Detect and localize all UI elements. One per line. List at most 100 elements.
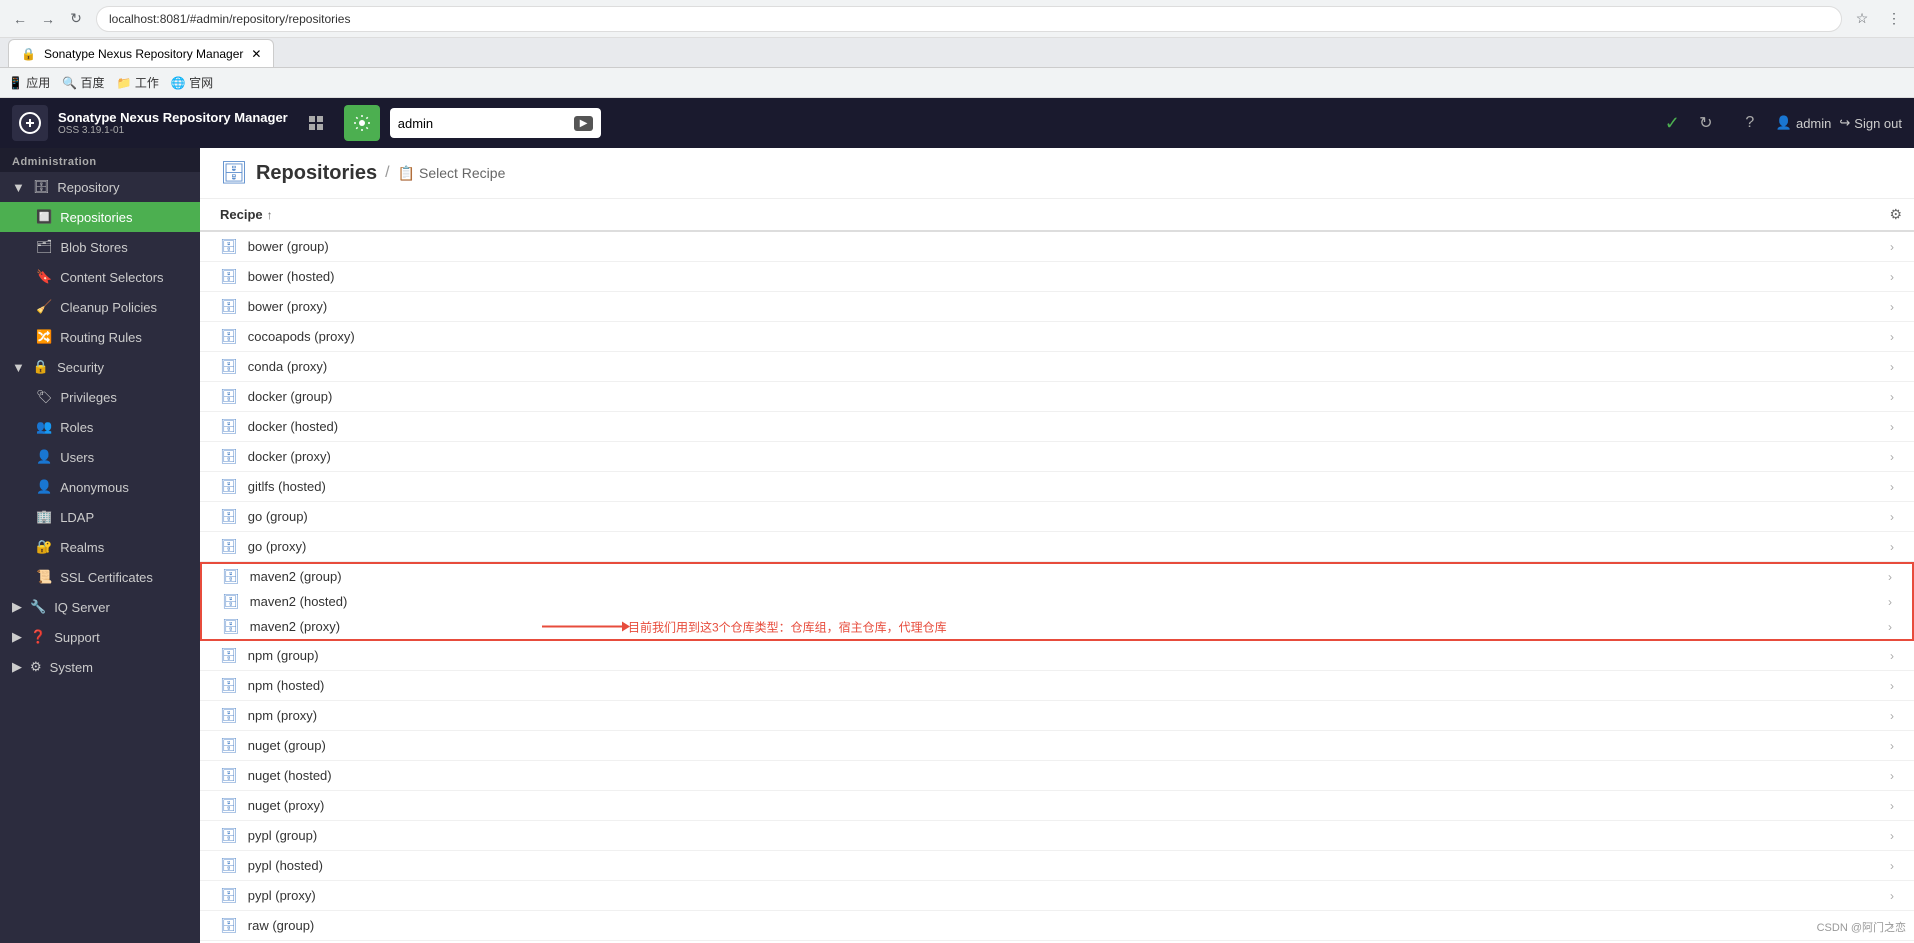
- table-row[interactable]: 🗄 docker (hosted) ›: [200, 412, 1914, 442]
- recipe-name: docker (hosted): [248, 419, 1890, 434]
- signout-button[interactable]: ↪ Sign out: [1839, 115, 1902, 131]
- brand-version: OSS 3.19.1-01: [58, 125, 288, 136]
- blob-stores-icon: 🗂: [36, 239, 53, 255]
- table-row[interactable]: 🗄 maven2 (group) ›: [200, 562, 1914, 589]
- search-toggle[interactable]: ▶: [574, 116, 594, 131]
- table-row[interactable]: 🗄 conda (proxy) ›: [200, 352, 1914, 382]
- sort-asc-icon[interactable]: ↑: [267, 208, 273, 222]
- table-row[interactable]: 🗄 gitlfs (hosted) ›: [200, 472, 1914, 502]
- sidebar-item-ssl-certificates[interactable]: 📜 SSL Certificates: [0, 562, 200, 592]
- reload-button[interactable]: ↻: [64, 7, 88, 31]
- sidebar-group-repository[interactable]: ▼ 🗄 Repository: [0, 172, 200, 202]
- table-row[interactable]: 🗄 npm (proxy) ›: [200, 701, 1914, 731]
- filter-button[interactable]: ⚙: [1889, 206, 1902, 223]
- refresh-icon-btn[interactable]: ↻: [1688, 105, 1724, 141]
- bookmark-apps[interactable]: 📱 应用: [8, 74, 50, 91]
- table-row[interactable]: 🗄 nuget (hosted) ›: [200, 761, 1914, 791]
- row-chevron-icon: ›: [1890, 420, 1894, 434]
- sidebar-item-anonymous[interactable]: 👤 Anonymous: [0, 472, 200, 502]
- active-tab[interactable]: 🔒 Sonatype Nexus Repository Manager ✕: [8, 39, 274, 67]
- privileges-icon: 🏷: [36, 389, 53, 405]
- row-chevron-icon: ›: [1890, 829, 1894, 843]
- table-row[interactable]: 🗄 pypl (proxy) ›: [200, 881, 1914, 911]
- table-row[interactable]: 🗄 nuget (group) ›: [200, 731, 1914, 761]
- browse-icon-btn[interactable]: [298, 105, 334, 141]
- recipe-icon: 🗄: [220, 767, 238, 784]
- table-row[interactable]: 🗄 pypl (group) ›: [200, 821, 1914, 851]
- sidebar-content-selectors-label: Content Selectors: [60, 270, 163, 285]
- table-row[interactable]: 🗄 bower (hosted) ›: [200, 262, 1914, 292]
- table-row[interactable]: 🗄 go (proxy) ›: [200, 532, 1914, 562]
- table-row[interactable]: 🗄 maven2 (proxy) › 目前我们用到这3个仓库类型：仓库组，宿主仓…: [200, 614, 1914, 641]
- table-row[interactable]: 🗄 docker (group) ›: [200, 382, 1914, 412]
- table-row[interactable]: 🗄 pypl (hosted) ›: [200, 851, 1914, 881]
- recipe-name: bower (proxy): [248, 299, 1890, 314]
- recipe-icon: 🗄: [220, 917, 238, 934]
- security-group-icon: 🔒: [33, 359, 49, 375]
- signout-icon: ↪: [1839, 115, 1850, 131]
- anonymous-icon: 👤: [36, 479, 52, 495]
- table-row[interactable]: 🗄 bower (proxy) ›: [200, 292, 1914, 322]
- sidebar-support-label: Support: [54, 630, 100, 645]
- ldap-icon: 🏢: [36, 509, 52, 525]
- sidebar-group-support[interactable]: ▶ ❓ Support: [0, 622, 200, 652]
- recipe-name: bower (group): [248, 239, 1890, 254]
- user-label: admin: [1796, 116, 1831, 131]
- sidebar-item-roles[interactable]: 👥 Roles: [0, 412, 200, 442]
- bookmark-official[interactable]: 🌐 官网: [171, 74, 213, 91]
- sidebar-item-realms[interactable]: 🔐 Realms: [0, 532, 200, 562]
- sidebar-routing-rules-label: Routing Rules: [60, 330, 142, 345]
- back-button[interactable]: ←: [8, 7, 32, 31]
- bookmark-baidu[interactable]: 🔍 百度: [62, 74, 104, 91]
- user-menu-btn[interactable]: 👤 admin: [1776, 115, 1832, 131]
- tab-close-icon[interactable]: ✕: [251, 47, 261, 61]
- sidebar-realms-label: Realms: [60, 540, 104, 555]
- sidebar-group-iq-server[interactable]: ▶ 🔧 IQ Server: [0, 592, 200, 622]
- sidebar-item-ldap[interactable]: 🏢 LDAP: [0, 502, 200, 532]
- content-selectors-icon: 🔖: [36, 269, 52, 285]
- table-row[interactable]: 🗄 bower (group) ›: [200, 232, 1914, 262]
- sidebar-item-cleanup-policies[interactable]: 🧹 Cleanup Policies: [0, 292, 200, 322]
- bookmark-button[interactable]: ☆: [1850, 7, 1874, 31]
- table-row[interactable]: 🗄 raw (group) ›: [200, 911, 1914, 941]
- sidebar-item-blob-stores[interactable]: 🗂 Blob Stores: [0, 232, 200, 262]
- admin-icon-btn[interactable]: [344, 105, 380, 141]
- row-chevron-icon: ›: [1890, 889, 1894, 903]
- table-row[interactable]: 🗄 nuget (proxy) ›: [200, 791, 1914, 821]
- address-bar[interactable]: localhost:8081/#admin/repository/reposit…: [96, 6, 1842, 32]
- forward-button[interactable]: →: [36, 7, 60, 31]
- extensions-button[interactable]: ⋮: [1882, 7, 1906, 31]
- sidebar-roles-label: Roles: [60, 420, 93, 435]
- search-input[interactable]: [398, 116, 574, 131]
- sidebar-group-security[interactable]: ▼ 🔒 Security: [0, 352, 200, 382]
- tab-label: Sonatype Nexus Repository Manager: [44, 47, 243, 61]
- table-row[interactable]: 🗄 npm (group) ›: [200, 641, 1914, 671]
- chevron-right-icon-iq: ▶: [12, 599, 22, 615]
- sidebar-item-repositories[interactable]: 🔲 Repositories: [0, 202, 200, 232]
- chevron-down-icon-security: ▼: [12, 360, 25, 375]
- table-row[interactable]: 🗄 docker (proxy) ›: [200, 442, 1914, 472]
- sidebar-item-privileges[interactable]: 🏷 Privileges: [0, 382, 200, 412]
- sidebar-item-content-selectors[interactable]: 🔖 Content Selectors: [0, 262, 200, 292]
- signout-label: Sign out: [1854, 116, 1902, 131]
- recipe-name: nuget (hosted): [248, 768, 1890, 783]
- table-row[interactable]: 🗄 go (group) ›: [200, 502, 1914, 532]
- table-row[interactable]: 🗄 npm (hosted) ›: [200, 671, 1914, 701]
- row-chevron-icon: ›: [1890, 649, 1894, 663]
- help-icon-btn[interactable]: ?: [1732, 105, 1768, 141]
- table-row[interactable]: 🗄 maven2 (hosted) ›: [200, 589, 1914, 614]
- recipe-name: nuget (proxy): [248, 798, 1890, 813]
- sidebar-privileges-label: Privileges: [61, 390, 117, 405]
- sidebar-item-users[interactable]: 👤 Users: [0, 442, 200, 472]
- brand-info: Sonatype Nexus Repository Manager OSS 3.…: [58, 110, 288, 136]
- recipe-name: pypl (hosted): [248, 858, 1890, 873]
- table-row[interactable]: 🗄 cocoapods (proxy) ›: [200, 322, 1914, 352]
- bookmark-work[interactable]: 📁 工作: [117, 74, 159, 91]
- sidebar-item-routing-rules[interactable]: 🔀 Routing Rules: [0, 322, 200, 352]
- recipe-icon: 🗄: [220, 328, 238, 345]
- recipe-icon: 🗄: [220, 268, 238, 285]
- top-nav: Sonatype Nexus Repository Manager OSS 3.…: [0, 98, 1914, 148]
- row-chevron-icon: ›: [1888, 595, 1892, 609]
- recipe-name: raw (group): [248, 918, 1890, 933]
- sidebar-group-system[interactable]: ▶ ⚙ System: [0, 652, 200, 682]
